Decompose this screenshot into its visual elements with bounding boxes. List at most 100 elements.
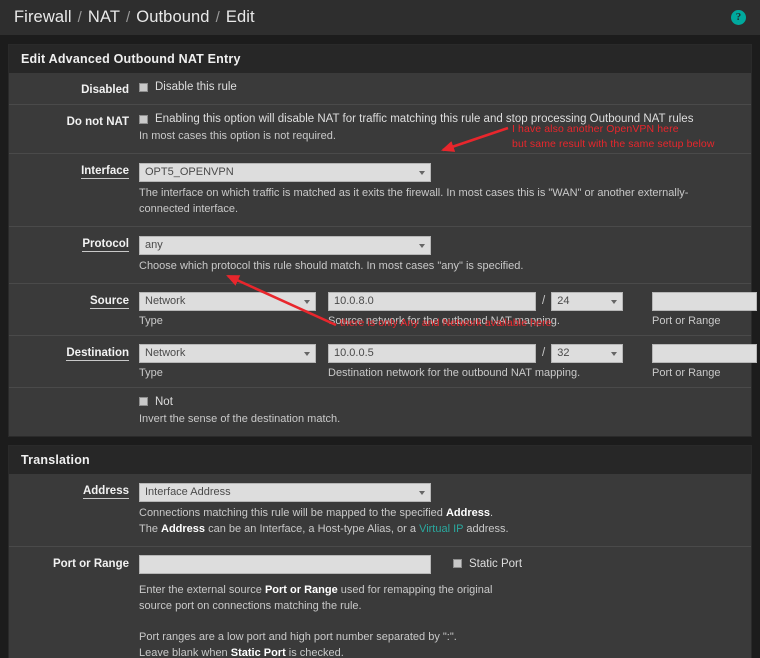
control-interface: OPT5_OPENVPN The interface on which traf… [139, 162, 751, 218]
help-strong: Address [161, 522, 206, 535]
breadcrumb-item-edit: Edit [225, 8, 255, 26]
disable-rule-checkbox[interactable] [139, 82, 148, 92]
source-port-group: Port or Range [652, 291, 757, 327]
source-port-input[interactable] [652, 291, 757, 311]
row-do-not-nat: Do not NAT Enabling this option will dis… [9, 105, 751, 154]
disable-rule-checkbox-label: Disable this rule [155, 81, 237, 93]
row-destination: Destination Network Type 10.0.0.5 / 32 D… [9, 336, 757, 388]
disable-rule-checkbox-row[interactable]: Disable this rule [139, 81, 737, 93]
row-translation-address: Address Interface Address Connections ma… [9, 474, 751, 547]
row-disabled: Disabled Disable this rule [9, 73, 751, 105]
translation-address-select-value: Interface Address [145, 485, 231, 498]
nat-entry-panel: Edit Advanced Outbound NAT Entry Disable… [8, 44, 757, 437]
chevron-down-icon [419, 244, 425, 249]
row-source: Source Network Type 10.0.8.0 / 24 Source… [9, 284, 757, 336]
protocol-select-value: any [145, 238, 163, 251]
interface-select[interactable]: OPT5_OPENVPN [139, 162, 431, 182]
source-network-group: 10.0.8.0 / 24 Source network for the out… [328, 291, 640, 327]
not-checkbox-row[interactable]: Not [139, 396, 737, 408]
source-address-sublabel: Source network for the outbound NAT mapp… [328, 314, 560, 327]
help-text: . [489, 506, 494, 519]
control-not: Not Invert the sense of the destination … [139, 396, 751, 428]
do-not-nat-checkbox[interactable] [139, 114, 148, 124]
breadcrumb-separator: / [215, 9, 220, 26]
label-do-not-nat: Do not NAT [66, 116, 129, 128]
translation-port-input[interactable] [139, 554, 431, 574]
source-type-group: Network Type [139, 291, 316, 327]
not-checkbox[interactable] [139, 397, 148, 407]
row-interface: Interface OPT5_OPENVPN The interface on … [9, 154, 751, 227]
do-not-nat-help: In most cases this option is not require… [139, 130, 336, 142]
source-mask-value: 24 [557, 294, 570, 307]
source-slash: / [542, 295, 546, 308]
label-translation-address: Address [82, 484, 129, 499]
static-port-checkbox-label: Static Port [469, 557, 523, 570]
translation-port-left [139, 554, 439, 579]
chevron-down-icon [304, 352, 310, 357]
destination-port-group: Port or Range [652, 343, 757, 379]
destination-mask-value: 32 [557, 346, 570, 359]
do-not-nat-checkbox-row[interactable]: Enabling this option will disable NAT fo… [139, 113, 737, 125]
destination-slash: / [542, 347, 546, 360]
source-mask-select[interactable]: 24 [551, 291, 624, 311]
label-not-spacer [9, 396, 139, 399]
breadcrumb-item-nat[interactable]: NAT [88, 8, 120, 27]
chevron-down-icon [611, 352, 618, 357]
source-type-sublabel: Type [139, 314, 163, 327]
not-help: Invert the sense of the destination matc… [139, 412, 341, 425]
destination-network-group: 10.0.0.5 / 32 Destination network for th… [328, 343, 640, 379]
help-text: is checked. [285, 647, 344, 658]
translation-panel-body: Address Interface Address Connections ma… [9, 474, 751, 658]
protocol-help: Choose which protocol this rule should m… [139, 259, 524, 272]
row-not: Not Invert the sense of the destination … [9, 388, 751, 436]
control-disabled: Disable this rule [139, 81, 751, 93]
destination-address-sublabel: Destination network for the outbound NAT… [328, 366, 581, 379]
breadcrumb-separator: / [126, 9, 131, 26]
source-type-select[interactable]: Network [139, 291, 316, 311]
control-translation-port: Static Port Enter the external source Po… [139, 554, 751, 658]
destination-type-select[interactable]: Network [139, 343, 316, 363]
destination-mask-select[interactable]: 32 [551, 343, 624, 363]
destination-type-group: Network Type [139, 343, 316, 379]
breadcrumb-separator: / [77, 9, 82, 26]
row-translation-port: Port or Range Static Port Enter the exte… [9, 547, 751, 658]
not-checkbox-label: Not [155, 395, 173, 408]
translation-panel: Translation Address Interface Address Co… [8, 444, 752, 658]
breadcrumb-bar: Firewall / NAT / Outbound / Edit ? [0, 0, 760, 36]
breadcrumb-item-outbound[interactable]: Outbound [136, 8, 209, 27]
nat-entry-panel-title: Edit Advanced Outbound NAT Entry [9, 45, 751, 73]
help-circle-icon[interactable]: ? [731, 10, 746, 25]
translation-panel-title: Translation [9, 445, 751, 474]
interface-select-value: OPT5_OPENVPN [145, 165, 234, 178]
virtual-ip-link[interactable]: Virtual IP [419, 523, 463, 535]
nat-entry-panel-body: Disabled Disable this rule Do not NAT En… [9, 73, 757, 436]
static-port-checkbox[interactable] [453, 559, 462, 569]
label-interface: Interface [81, 164, 129, 179]
destination-type-sublabel: Type [139, 366, 163, 379]
label-destination: Destination [66, 346, 129, 361]
chevron-down-icon [304, 300, 310, 305]
source-port-sublabel: Port or Range [652, 314, 721, 327]
help-text: can be an Interface, a Host-type Alias, … [205, 522, 420, 535]
destination-port-input[interactable] [652, 343, 757, 363]
do-not-nat-checkbox-label: Enabling this option will disable NAT fo… [155, 113, 694, 125]
help-strong: Static Port [230, 647, 286, 658]
label-disabled: Disabled [81, 84, 129, 96]
help-text: source port on connections matching the … [139, 599, 362, 612]
translation-port-help: Enter the external source Port or Range … [139, 583, 737, 658]
control-translation-address: Interface Address Connections matching t… [139, 482, 751, 538]
help-text: The [139, 522, 162, 535]
pfsense-nat-edit-page: Firewall / NAT / Outbound / Edit ? Edit … [0, 0, 760, 658]
destination-address-input[interactable]: 10.0.0.5 [328, 343, 536, 363]
interface-help: The interface on which traffic is matche… [139, 186, 689, 215]
breadcrumb: Firewall / NAT / Outbound / Edit [14, 8, 255, 27]
help-text: used for remapping the original [337, 583, 493, 596]
breadcrumb-item-firewall[interactable]: Firewall [14, 8, 72, 27]
static-port-checkbox-row[interactable]: Static Port [453, 558, 522, 570]
chevron-down-icon [419, 491, 425, 496]
protocol-select[interactable]: any [139, 235, 431, 255]
label-translation-port: Port or Range [52, 557, 129, 570]
translation-address-select[interactable]: Interface Address [139, 482, 431, 502]
source-address-input[interactable]: 10.0.8.0 [328, 291, 536, 311]
help-text: Leave blank when [139, 647, 231, 658]
